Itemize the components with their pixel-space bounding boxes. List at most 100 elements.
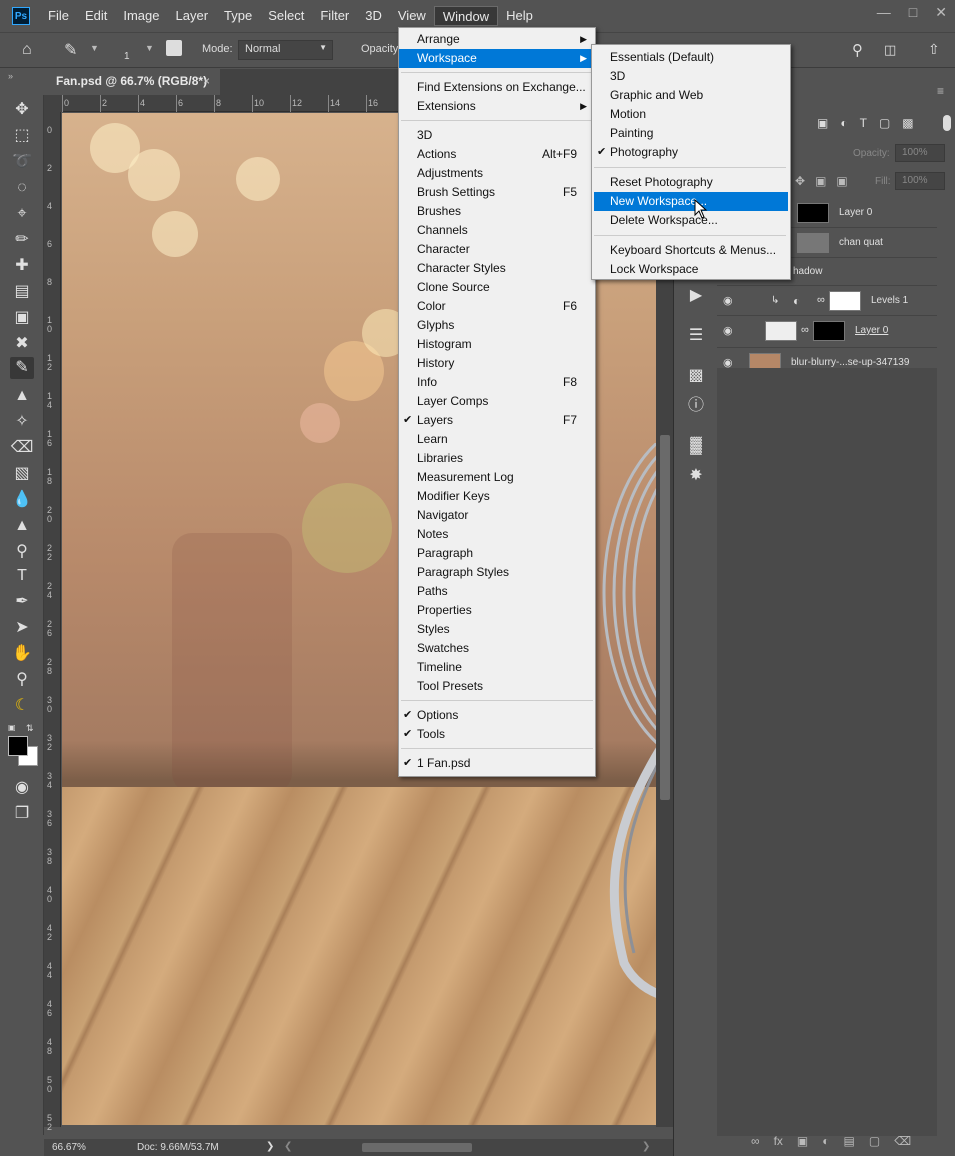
status-menu-arrow-icon[interactable]: ❯ [266,1141,274,1152]
chevron-down-icon[interactable]: ▼ [90,43,99,53]
foreground-color-swatch[interactable] [8,736,28,756]
menu-item-navigator[interactable]: Navigator [399,506,595,525]
menu-item-notes[interactable]: Notes [399,525,595,544]
menu-item-options[interactable]: ✔ Options [399,706,595,725]
menu-item-find-extensions-on-exchange[interactable]: Find Extensions on Exchange... [399,78,595,97]
tab-fan-psd[interactable]: Fan.psd @ 66.7% (RGB/8*) × [44,69,220,95]
close-icon[interactable]: ✕ [935,4,947,21]
visibility-eye-icon[interactable]: ◉ [723,324,733,337]
visibility-eye-icon[interactable]: ◉ [723,294,733,307]
menu-item-learn[interactable]: Learn [399,430,595,449]
image-filter-icon[interactable]: ▣ [817,116,828,130]
fill-field[interactable]: 100% [895,172,945,190]
3d-icon[interactable]: ▩ [684,364,708,388]
default-colors-icon[interactable]: ▣ [8,723,16,732]
menu-view[interactable]: View [390,6,434,26]
spot-healing-tool-icon[interactable]: ✚ [10,255,34,277]
menu-item-layer-comps[interactable]: Layer Comps [399,392,595,411]
lasso-tool-icon[interactable]: ➰ [10,151,34,173]
sharpen-tool-icon[interactable]: ▲ [10,515,34,537]
zoom-level[interactable]: 66.67% [52,1142,86,1153]
histogram-icon[interactable]: ▓ [684,434,708,458]
shape-filter-icon[interactable]: ▢ [879,116,890,130]
move-tool-icon[interactable]: ✥ [10,99,34,121]
menu-filter[interactable]: Filter [312,6,357,26]
swap-colors-icon[interactable]: ⇅ [26,723,34,734]
type-filter-icon[interactable]: T [860,116,867,130]
navigator-icon[interactable]: ✸ [684,464,708,488]
pencil-tool-icon[interactable]: ✎ [10,357,34,379]
bandage-tool-icon[interactable]: ▤ [10,281,34,303]
lock-icon[interactable]: ▣ [836,174,847,188]
scroll-left-icon[interactable]: ❮ [284,1141,292,1152]
content-aware-tool-icon[interactable]: ▣ [10,307,34,329]
info-icon[interactable]: ⓘ [684,394,708,418]
crop-tool-icon[interactable]: ⌖ [10,203,34,225]
path-selection-tool-icon[interactable]: ➤ [10,617,34,639]
pencil-tool-icon[interactable]: ✎ [64,40,77,60]
menu-item-libraries[interactable]: Libraries [399,449,595,468]
menu-item-tools[interactable]: ✔ Tools [399,725,595,744]
workspace-item-photography[interactable]: ✔ Photography [592,143,790,162]
artboard-icon[interactable]: ▣ [815,174,826,188]
new-layer-icon[interactable]: ▢ [869,1134,880,1148]
hand-tool-icon[interactable]: ✋ [10,643,34,665]
link-layers-icon[interactable]: ∞ [751,1134,760,1148]
layer-row[interactable]: ◉ ↳ ◐ ∞ Levels 1 [717,286,937,316]
home-icon[interactable]: ⌂ [22,41,32,59]
menu-item-modifier-keys[interactable]: Modifier Keys [399,487,595,506]
workspace-item-lock-workspace[interactable]: Lock Workspace [592,260,790,279]
eyedropper-tool-icon[interactable]: ✏ [10,229,34,251]
menu-item-timeline[interactable]: Timeline [399,658,595,677]
trash-icon[interactable]: ⌫ [894,1134,911,1148]
menu-item-channels[interactable]: Channels [399,221,595,240]
menu-item-color[interactable]: Color F6 [399,297,595,316]
type-tool-icon[interactable]: T [10,565,34,587]
menu-window[interactable]: Window [433,6,499,26]
scroll-right-icon[interactable]: ❯ [642,1141,650,1152]
workspace-item-keyboard-shortcuts-menus[interactable]: Keyboard Shortcuts & Menus... [592,241,790,260]
blur-tool-icon[interactable]: 💧 [10,489,34,511]
clone-stamp-tool-icon[interactable]: ▲ [10,385,34,407]
horizontal-scrollbar-thumb[interactable] [362,1143,472,1152]
menu-item-histogram[interactable]: Histogram [399,335,595,354]
eraser-tool-icon[interactable]: ⌫ [10,437,34,459]
menu-help[interactable]: Help [498,6,541,26]
banana-tool-icon[interactable]: ☾ [10,695,34,717]
screen-mode-icon[interactable]: ❐ [10,803,34,825]
menu-item-paragraph-styles[interactable]: Paragraph Styles [399,563,595,582]
quick-selection-tool-icon[interactable]: ◌ [10,177,34,199]
dodge-tool-icon[interactable]: ⚲ [10,541,34,563]
search-icon[interactable]: ⚲ [852,41,863,59]
menu-item-layers[interactable]: ✔ Layers F7 [399,411,595,430]
workspace-item-reset-photography[interactable]: Reset Photography [592,173,790,192]
close-tab-icon[interactable]: × [203,74,210,88]
workspace-item-3d[interactable]: 3D [592,67,790,86]
menu-item-extensions[interactable]: Extensions ▶ [399,97,595,116]
menu-item-character-styles[interactable]: Character Styles [399,259,595,278]
workspace-item-motion[interactable]: Motion [592,105,790,124]
menu-item-character[interactable]: Character [399,240,595,259]
collapse-toolbar-icon[interactable]: » [8,71,13,81]
workspace-item-graphic-and-web[interactable]: Graphic and Web [592,86,790,105]
tool-presets-icon[interactable]: ☰ [684,324,708,348]
menu-item-brush-settings[interactable]: Brush Settings F5 [399,183,595,202]
gradient-tool-icon[interactable]: ▧ [10,463,34,485]
menu-item-3d[interactable]: 3D [399,126,595,145]
menu-item-history[interactable]: History [399,354,595,373]
menu-item-clone-source[interactable]: Clone Source [399,278,595,297]
red-eye-tool-icon[interactable]: ✖ [10,333,34,355]
marquee-tool-icon[interactable]: ⬚ [10,125,34,147]
menu-item-styles[interactable]: Styles [399,620,595,639]
menu-type[interactable]: Type [216,6,260,26]
share-icon[interactable]: ⇧ [928,41,940,58]
menu-item-actions[interactable]: Actions Alt+F9 [399,145,595,164]
menu-item-adjustments[interactable]: Adjustments [399,164,595,183]
workspace-item-essentials-default[interactable]: Essentials (Default) [592,48,790,67]
workspace-switcher-icon[interactable]: ◫ [884,42,896,58]
fx-icon[interactable]: fx [774,1134,783,1148]
workspace-item-new-workspace[interactable]: New Workspace... [594,192,788,211]
play-icon[interactable]: ▶ [684,284,708,308]
menu-item-tool-presets[interactable]: Tool Presets [399,677,595,696]
menu-edit[interactable]: Edit [77,6,115,26]
